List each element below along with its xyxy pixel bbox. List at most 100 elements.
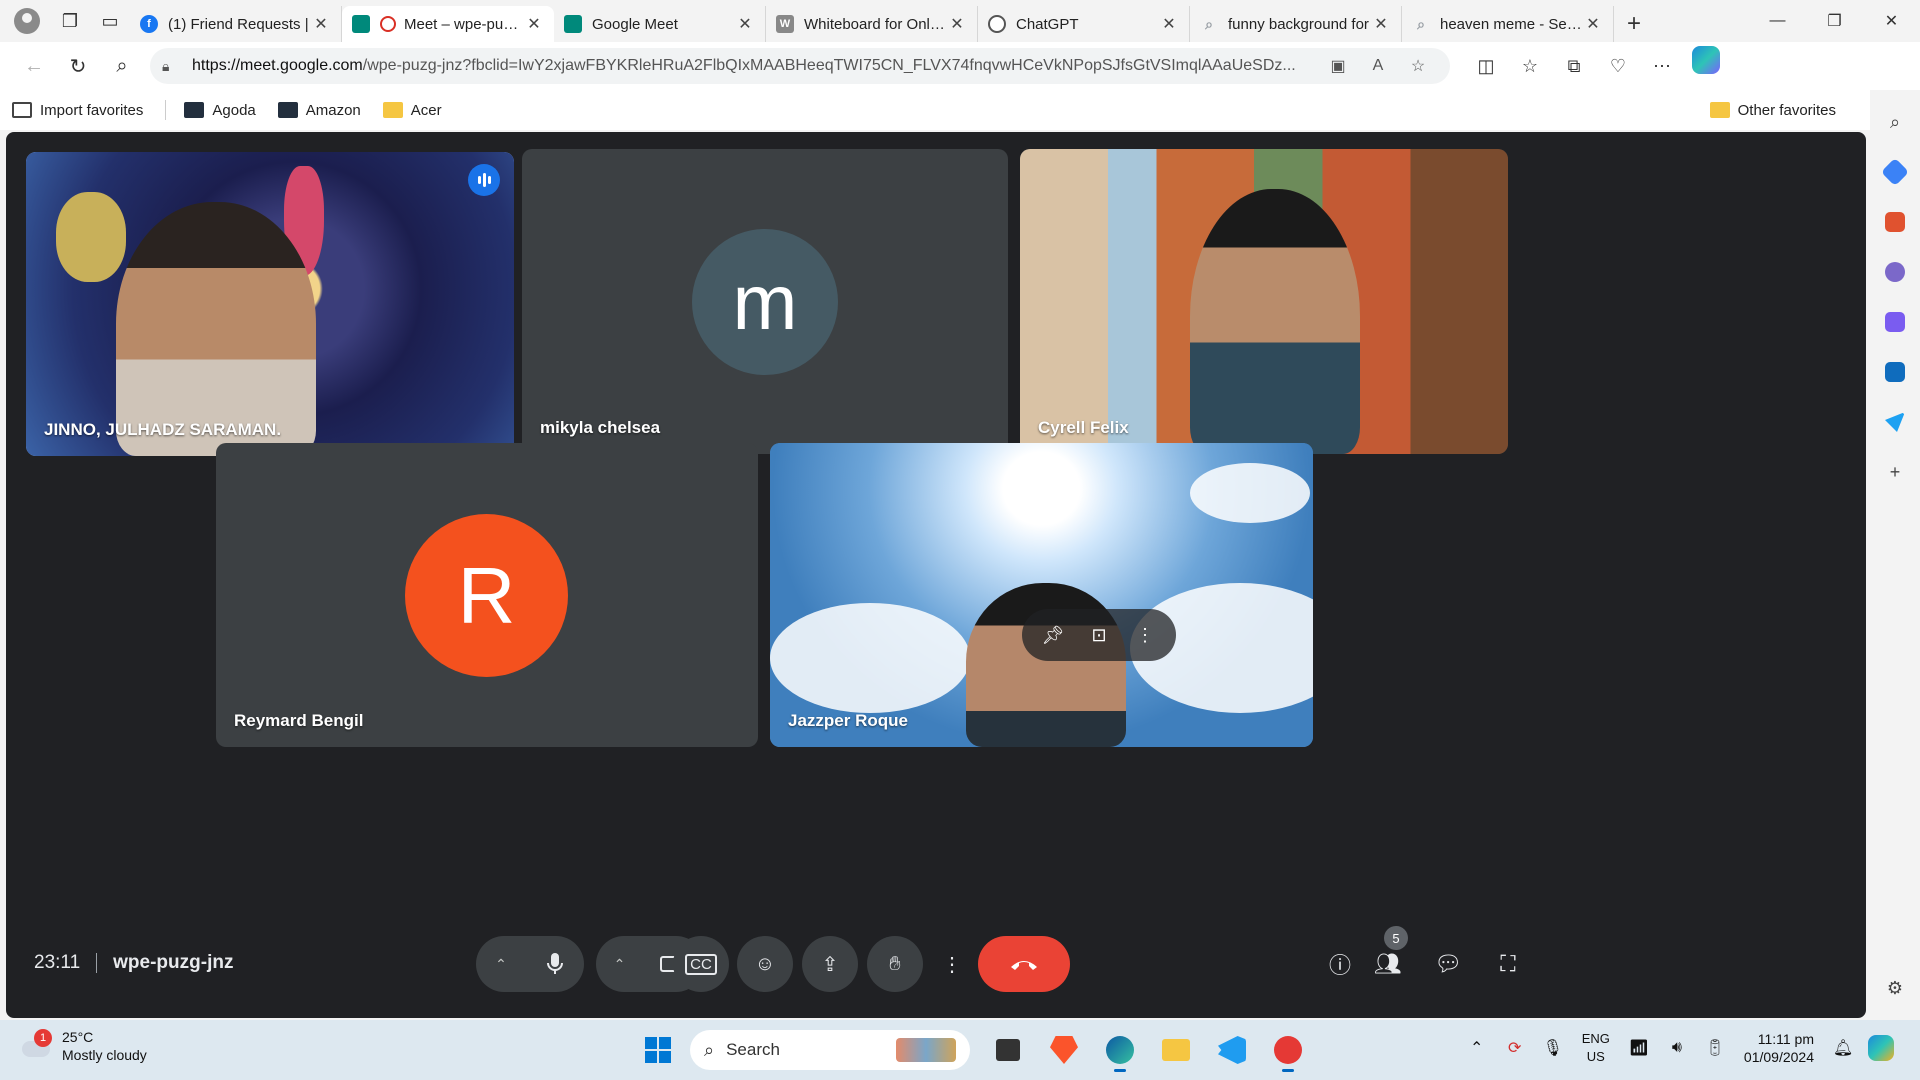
- games-icon[interactable]: [1877, 254, 1913, 290]
- participant-tile[interactable]: Cyrell Felix: [1020, 149, 1508, 454]
- browser-tab[interactable]: ChatGPT ✕: [978, 6, 1190, 42]
- language-indicator[interactable]: ENG US: [1582, 1030, 1610, 1066]
- read-aloud-icon[interactable]: A: [1358, 57, 1398, 75]
- tab-actions-icon[interactable]: ▭: [90, 0, 130, 42]
- start-button[interactable]: [636, 1028, 680, 1072]
- participant-tile[interactable]: R Reymard Bengil: [216, 443, 758, 747]
- show-hidden-icons-chevron-icon[interactable]: ⌃: [1458, 1028, 1496, 1068]
- browser-tab-active[interactable]: Meet – wpe-puzg-jnz ✕: [342, 6, 554, 42]
- close-tab-icon[interactable]: ✕: [735, 14, 755, 34]
- audio-settings-chevron-icon[interactable]: ⌃: [495, 956, 507, 973]
- sync-status-icon[interactable]: ⟳: [1496, 1028, 1534, 1068]
- microphone-control[interactable]: ⌃: [476, 936, 584, 992]
- participant-avatar: R: [405, 514, 568, 677]
- outlook-icon[interactable]: [1877, 354, 1913, 390]
- activities-button[interactable]: ⛶: [1484, 940, 1532, 988]
- frame-person-icon[interactable]: ⊡: [1081, 617, 1117, 653]
- split-screen-icon[interactable]: ◫: [1464, 46, 1508, 86]
- close-tab-icon[interactable]: ✕: [947, 14, 967, 34]
- battery-icon[interactable]: 🔋︎: [1696, 1028, 1734, 1068]
- close-window-button[interactable]: ✕: [1863, 0, 1920, 42]
- browser-tab[interactable]: ⌕ heaven meme - Search ✕: [1402, 6, 1614, 42]
- favorites-icon[interactable]: ☆: [1508, 46, 1552, 86]
- minimize-button[interactable]: —: [1749, 0, 1806, 42]
- notification-bell-icon[interactable]: 🔔︎: [1824, 1028, 1862, 1068]
- leave-call-button[interactable]: [978, 936, 1070, 992]
- close-tab-icon[interactable]: ✕: [311, 14, 331, 34]
- favorite-import[interactable]: Import favorites: [12, 102, 143, 119]
- lock-icon[interactable]: 🔒︎: [162, 58, 184, 75]
- participant-tile[interactable]: 📌︎ ⊡ ⋮ Jazzper Roque: [770, 443, 1313, 747]
- present-screen-button[interactable]: ⇪: [802, 936, 858, 992]
- add-sidebar-app-icon[interactable]: +: [1877, 454, 1913, 490]
- close-tab-icon[interactable]: ✕: [1371, 14, 1391, 34]
- profile-avatar-icon[interactable]: [14, 8, 40, 34]
- favorite-acer[interactable]: Acer: [382, 102, 442, 119]
- workspaces-icon[interactable]: ❐: [50, 0, 90, 42]
- google-meet-icon: [352, 15, 370, 33]
- browser-tab[interactable]: f (1) Friend Requests | ✕: [130, 6, 342, 42]
- favorite-amazon[interactable]: Amazon: [277, 102, 361, 119]
- participant-tile[interactable]: JINNO, JULHADZ SARAMAN.: [26, 152, 514, 456]
- video-settings-chevron-icon[interactable]: ⌃: [614, 956, 626, 973]
- browser-essentials-icon[interactable]: ♡: [1596, 46, 1640, 86]
- more-options-icon[interactable]: ⋮: [1127, 617, 1163, 653]
- send-drop-icon[interactable]: [1877, 404, 1913, 440]
- favorite-star-icon[interactable]: ☆: [1398, 56, 1438, 76]
- shopping-tag-icon[interactable]: [1877, 154, 1913, 190]
- edge-app[interactable]: [1096, 1028, 1144, 1072]
- tools-briefcase-icon[interactable]: [1877, 204, 1913, 240]
- refresh-button[interactable]: ↻: [56, 46, 100, 86]
- taskbar-clock[interactable]: 11:11 pm 01/09/2024: [1744, 1030, 1814, 1066]
- microsoft-365-icon[interactable]: [1877, 304, 1913, 340]
- copilot-taskbar-icon[interactable]: [1862, 1028, 1900, 1068]
- copilot-icon[interactable]: [1692, 46, 1720, 74]
- brave-app[interactable]: [1040, 1028, 1088, 1072]
- people-button[interactable]: 👥︎ 5: [1364, 926, 1412, 988]
- more-menu-icon[interactable]: ⋯: [1640, 46, 1684, 86]
- weather-description: Mostly cloudy: [62, 1047, 147, 1063]
- close-tab-icon[interactable]: ✕: [524, 14, 544, 34]
- microphone-tray-icon[interactable]: 🎙︎: [1534, 1028, 1572, 1068]
- more-options-button[interactable]: ⋮: [934, 936, 970, 992]
- cloud-shape: [1190, 463, 1310, 523]
- emoji-reaction-button[interactable]: ☺: [737, 936, 793, 992]
- participant-video: [966, 583, 1126, 747]
- pin-icon[interactable]: 📌︎: [1035, 617, 1071, 653]
- edge-icon: [1106, 1036, 1134, 1064]
- google-meet-icon: [564, 15, 582, 33]
- collections-icon[interactable]: ⧉: [1552, 46, 1596, 86]
- favorite-agoda[interactable]: Agoda: [184, 102, 256, 119]
- chat-icon: 💬︎: [1434, 951, 1462, 976]
- participant-tile[interactable]: m mikyla chelsea: [522, 149, 1008, 454]
- browser-tab[interactable]: ⌕ funny background for ✕: [1190, 6, 1402, 42]
- back-button[interactable]: ←: [12, 46, 56, 86]
- volume-icon[interactable]: 🔊︎: [1658, 1028, 1696, 1068]
- close-tab-icon[interactable]: ✕: [1583, 14, 1603, 34]
- vscode-app[interactable]: [1208, 1028, 1256, 1072]
- sidebar-settings-icon[interactable]: ⚙: [1877, 970, 1913, 1006]
- wifi-icon[interactable]: 📶︎: [1620, 1028, 1658, 1068]
- search-icon: ⌕: [1417, 15, 1425, 32]
- file-explorer-app[interactable]: [1152, 1028, 1200, 1072]
- chat-button[interactable]: 💬︎: [1424, 940, 1472, 988]
- new-tab-button[interactable]: +: [1614, 6, 1654, 42]
- captions-button[interactable]: CC: [673, 936, 729, 992]
- camera-permission-icon[interactable]: ▣: [1318, 56, 1358, 76]
- vivaldi-app[interactable]: [1264, 1028, 1312, 1072]
- microphone-icon[interactable]: [545, 952, 565, 976]
- other-favorites[interactable]: Other favorites: [1709, 102, 1836, 119]
- weather-widget[interactable]: 1 25°C Mostly cloudy: [18, 1028, 147, 1064]
- address-bar[interactable]: 🔒︎ https://meet.google.com/wpe-puzg-jnz?…: [150, 48, 1450, 84]
- sidebar-search-icon[interactable]: ⌕: [1877, 104, 1913, 140]
- search-icon[interactable]: ⌕: [100, 46, 144, 86]
- taskbar-search[interactable]: ⌕ Search: [690, 1030, 970, 1070]
- task-view-app[interactable]: [984, 1028, 1032, 1072]
- close-tab-icon[interactable]: ✕: [1159, 14, 1179, 34]
- restore-button[interactable]: ❐: [1806, 0, 1863, 42]
- browser-tab[interactable]: W Whiteboard for Online ✕: [766, 6, 978, 42]
- browser-tab[interactable]: Google Meet ✕: [554, 6, 766, 42]
- url-text[interactable]: https://meet.google.com/wpe-puzg-jnz?fbc…: [192, 57, 1318, 75]
- raise-hand-button[interactable]: ✋︎: [867, 936, 923, 992]
- meeting-details-button[interactable]: ⓘ: [1316, 940, 1364, 988]
